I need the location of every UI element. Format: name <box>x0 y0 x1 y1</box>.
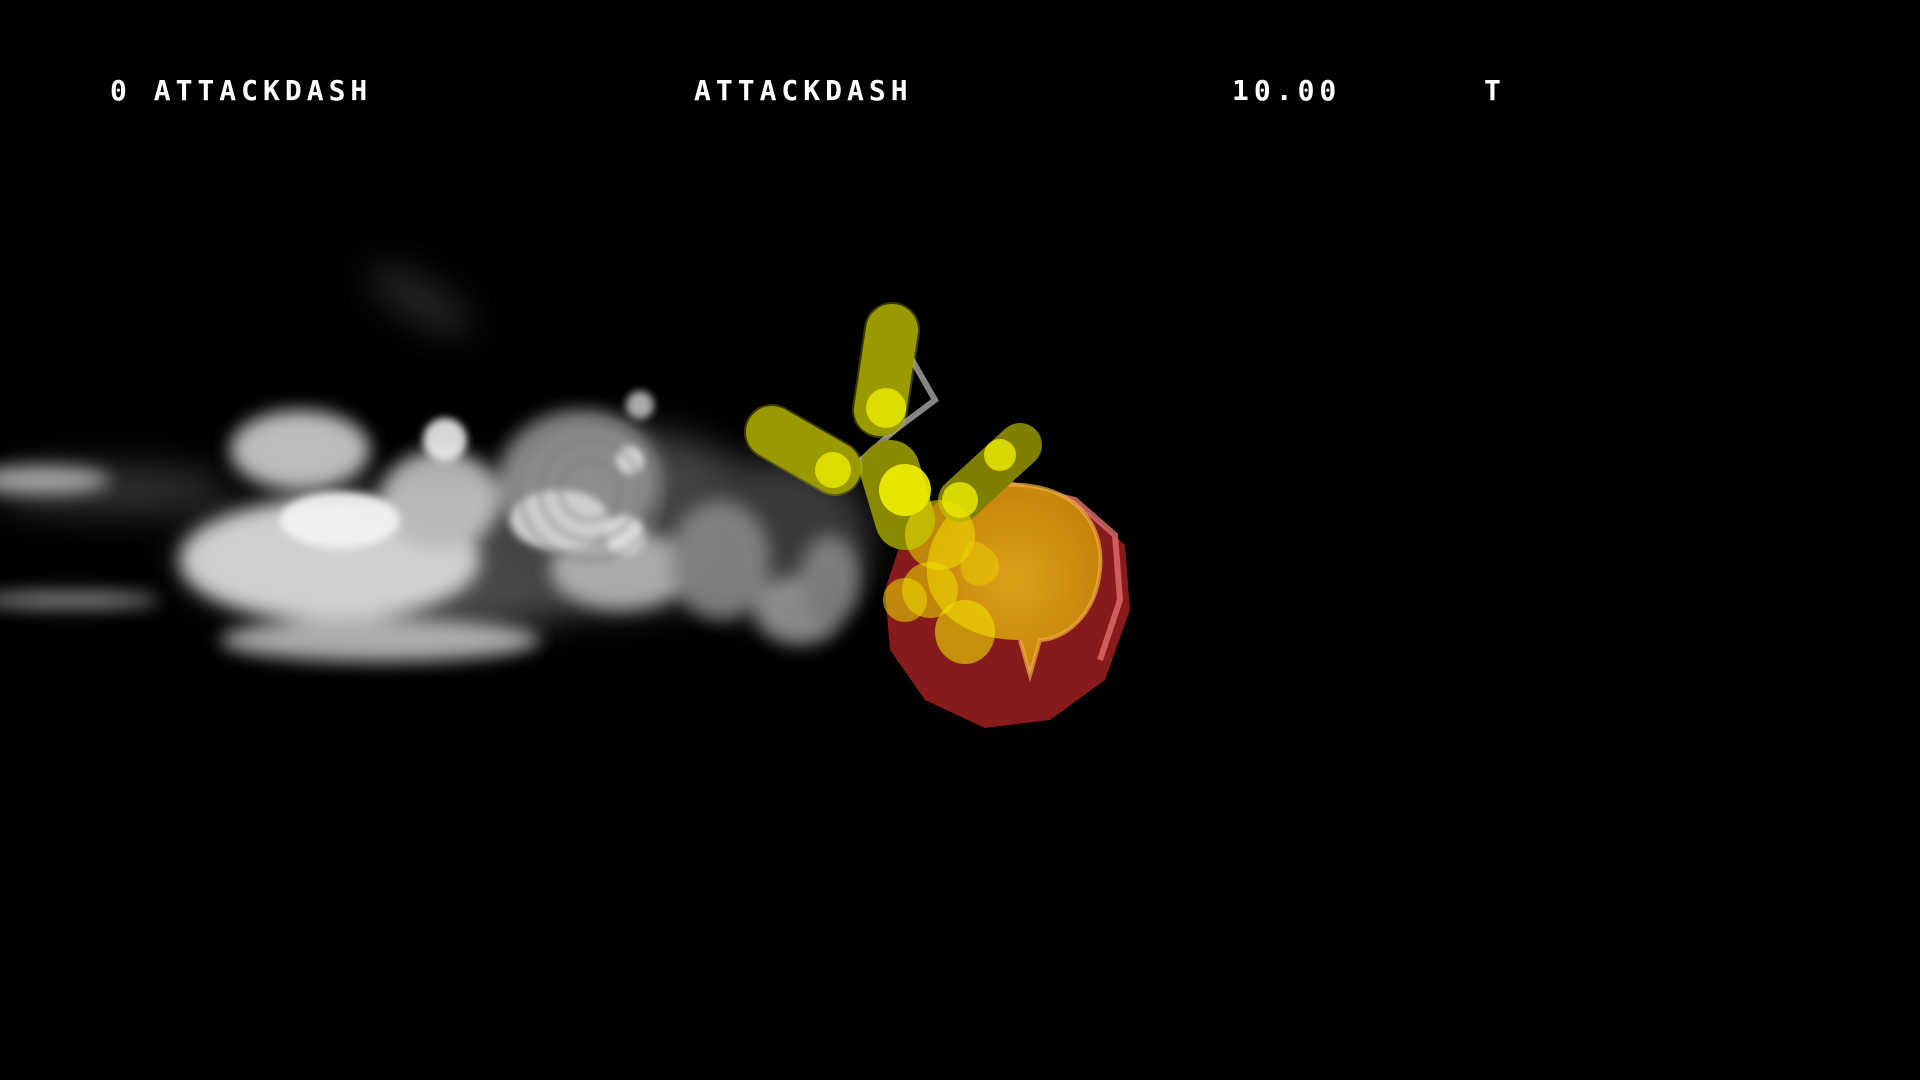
dust-cloud-effect <box>0 265 870 662</box>
game-viewport: 0 ATTACKDASH ATTACKDASH 10.00 T <box>0 0 1920 1080</box>
game-scene <box>0 265 1130 728</box>
